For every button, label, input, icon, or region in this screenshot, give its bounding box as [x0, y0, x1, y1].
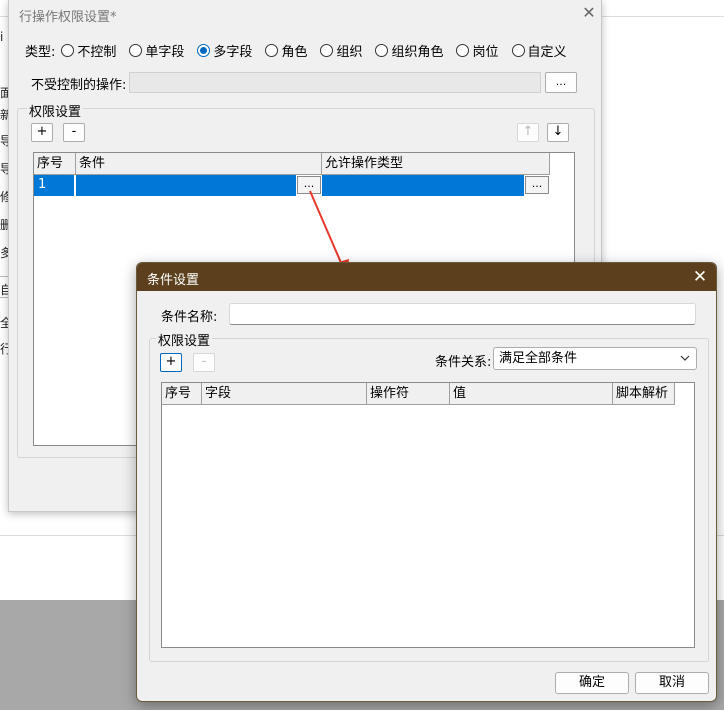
radio-circle-icon: [511, 43, 525, 57]
uncontrolled-ops-label: 不受控制的操作:: [31, 78, 127, 93]
radio-role[interactable]: 角色: [265, 41, 307, 60]
radio-selected-icon: [197, 43, 211, 57]
condition-relation-label: 条件关系:: [435, 355, 492, 370]
cancel-button[interactable]: 取消: [635, 672, 709, 694]
column-header[interactable]: 字段: [202, 383, 367, 405]
row-index: 1: [38, 177, 47, 192]
add-row-button[interactable]: +: [31, 123, 53, 142]
permission-group-title: 权限设置: [27, 101, 84, 120]
column-header[interactable]: 脚本解析: [613, 383, 675, 405]
radio-custom[interactable]: 自定义: [511, 41, 567, 60]
condition-cell[interactable]: [76, 175, 296, 196]
column-header[interactable]: 允许操作类型: [322, 153, 550, 175]
radio-label: 组织角色: [391, 44, 444, 60]
move-up-button[interactable]: ↑: [517, 123, 539, 142]
radio-label: 角色: [281, 44, 308, 60]
condition-settings-dialog: 条件设置 ✕ 条件名称: 权限设置 + - 条件关系: 满足全部条件 序号 字段…: [136, 262, 717, 702]
dialog-title: 条件设置: [147, 273, 200, 288]
radio-circle-icon: [320, 43, 334, 57]
move-down-button[interactable]: ↓: [547, 123, 569, 142]
allowed-ops-edit-button[interactable]: ...: [525, 176, 549, 194]
dialog-titlebar: [137, 263, 716, 291]
condition-grid: 序号 字段 操作符 值 脚本解析: [161, 382, 695, 648]
close-icon[interactable]: ✕: [578, 2, 600, 24]
ok-button[interactable]: 确定: [555, 672, 629, 694]
uncontrolled-ops-browse-button[interactable]: ...: [545, 72, 577, 93]
type-label: 类型:: [25, 44, 56, 60]
radio-multi-field[interactable]: 多字段: [197, 41, 252, 60]
column-header[interactable]: 序号: [34, 153, 76, 175]
remove-condition-button[interactable]: -: [193, 353, 215, 372]
condition-relation-select[interactable]: 满足全部条件: [493, 347, 697, 370]
radio-no-control[interactable]: 不控制: [61, 41, 116, 60]
radio-label: 多字段: [213, 44, 253, 60]
column-header[interactable]: 序号: [162, 383, 202, 405]
radio-label: 自定义: [527, 44, 567, 60]
radio-label: 组织: [336, 44, 363, 60]
radio-circle-icon: [129, 43, 143, 57]
close-icon[interactable]: ✕: [689, 266, 711, 288]
radio-label: 岗位: [472, 44, 499, 60]
condition-name-label: 条件名称:: [161, 310, 218, 325]
chevron-down-icon: [680, 348, 690, 376]
add-condition-button[interactable]: +: [160, 353, 182, 372]
type-radio-group: 类型: 不控制 单字段 多字段 角色 组织 组织角色 岗位 自定义: [25, 40, 567, 60]
condition-relation-value: 满足全部条件: [499, 351, 578, 366]
remove-row-button[interactable]: -: [63, 123, 85, 142]
radio-single-field[interactable]: 单字段: [129, 41, 184, 60]
dialog-title: 行操作权限设置*: [19, 10, 117, 25]
radio-circle-icon: [375, 43, 389, 57]
radio-circle-icon: [61, 43, 75, 57]
radio-position[interactable]: 岗位: [456, 41, 499, 60]
permission-group-title: 权限设置: [156, 330, 213, 349]
radio-label: 单字段: [145, 44, 185, 60]
radio-circle-icon: [265, 43, 279, 57]
condition-name-input[interactable]: [229, 303, 696, 325]
radio-circle-icon: [456, 43, 470, 57]
radio-label: 不控制: [77, 44, 117, 60]
radio-organization-role[interactable]: 组织角色: [375, 41, 443, 60]
column-header[interactable]: 条件: [76, 153, 322, 175]
uncontrolled-ops-field[interactable]: [129, 72, 541, 93]
table-row-index-cell[interactable]: 1: [34, 175, 74, 196]
column-header[interactable]: 操作符: [367, 383, 450, 405]
column-header[interactable]: 值: [450, 383, 613, 405]
radio-organization[interactable]: 组织: [320, 41, 362, 60]
